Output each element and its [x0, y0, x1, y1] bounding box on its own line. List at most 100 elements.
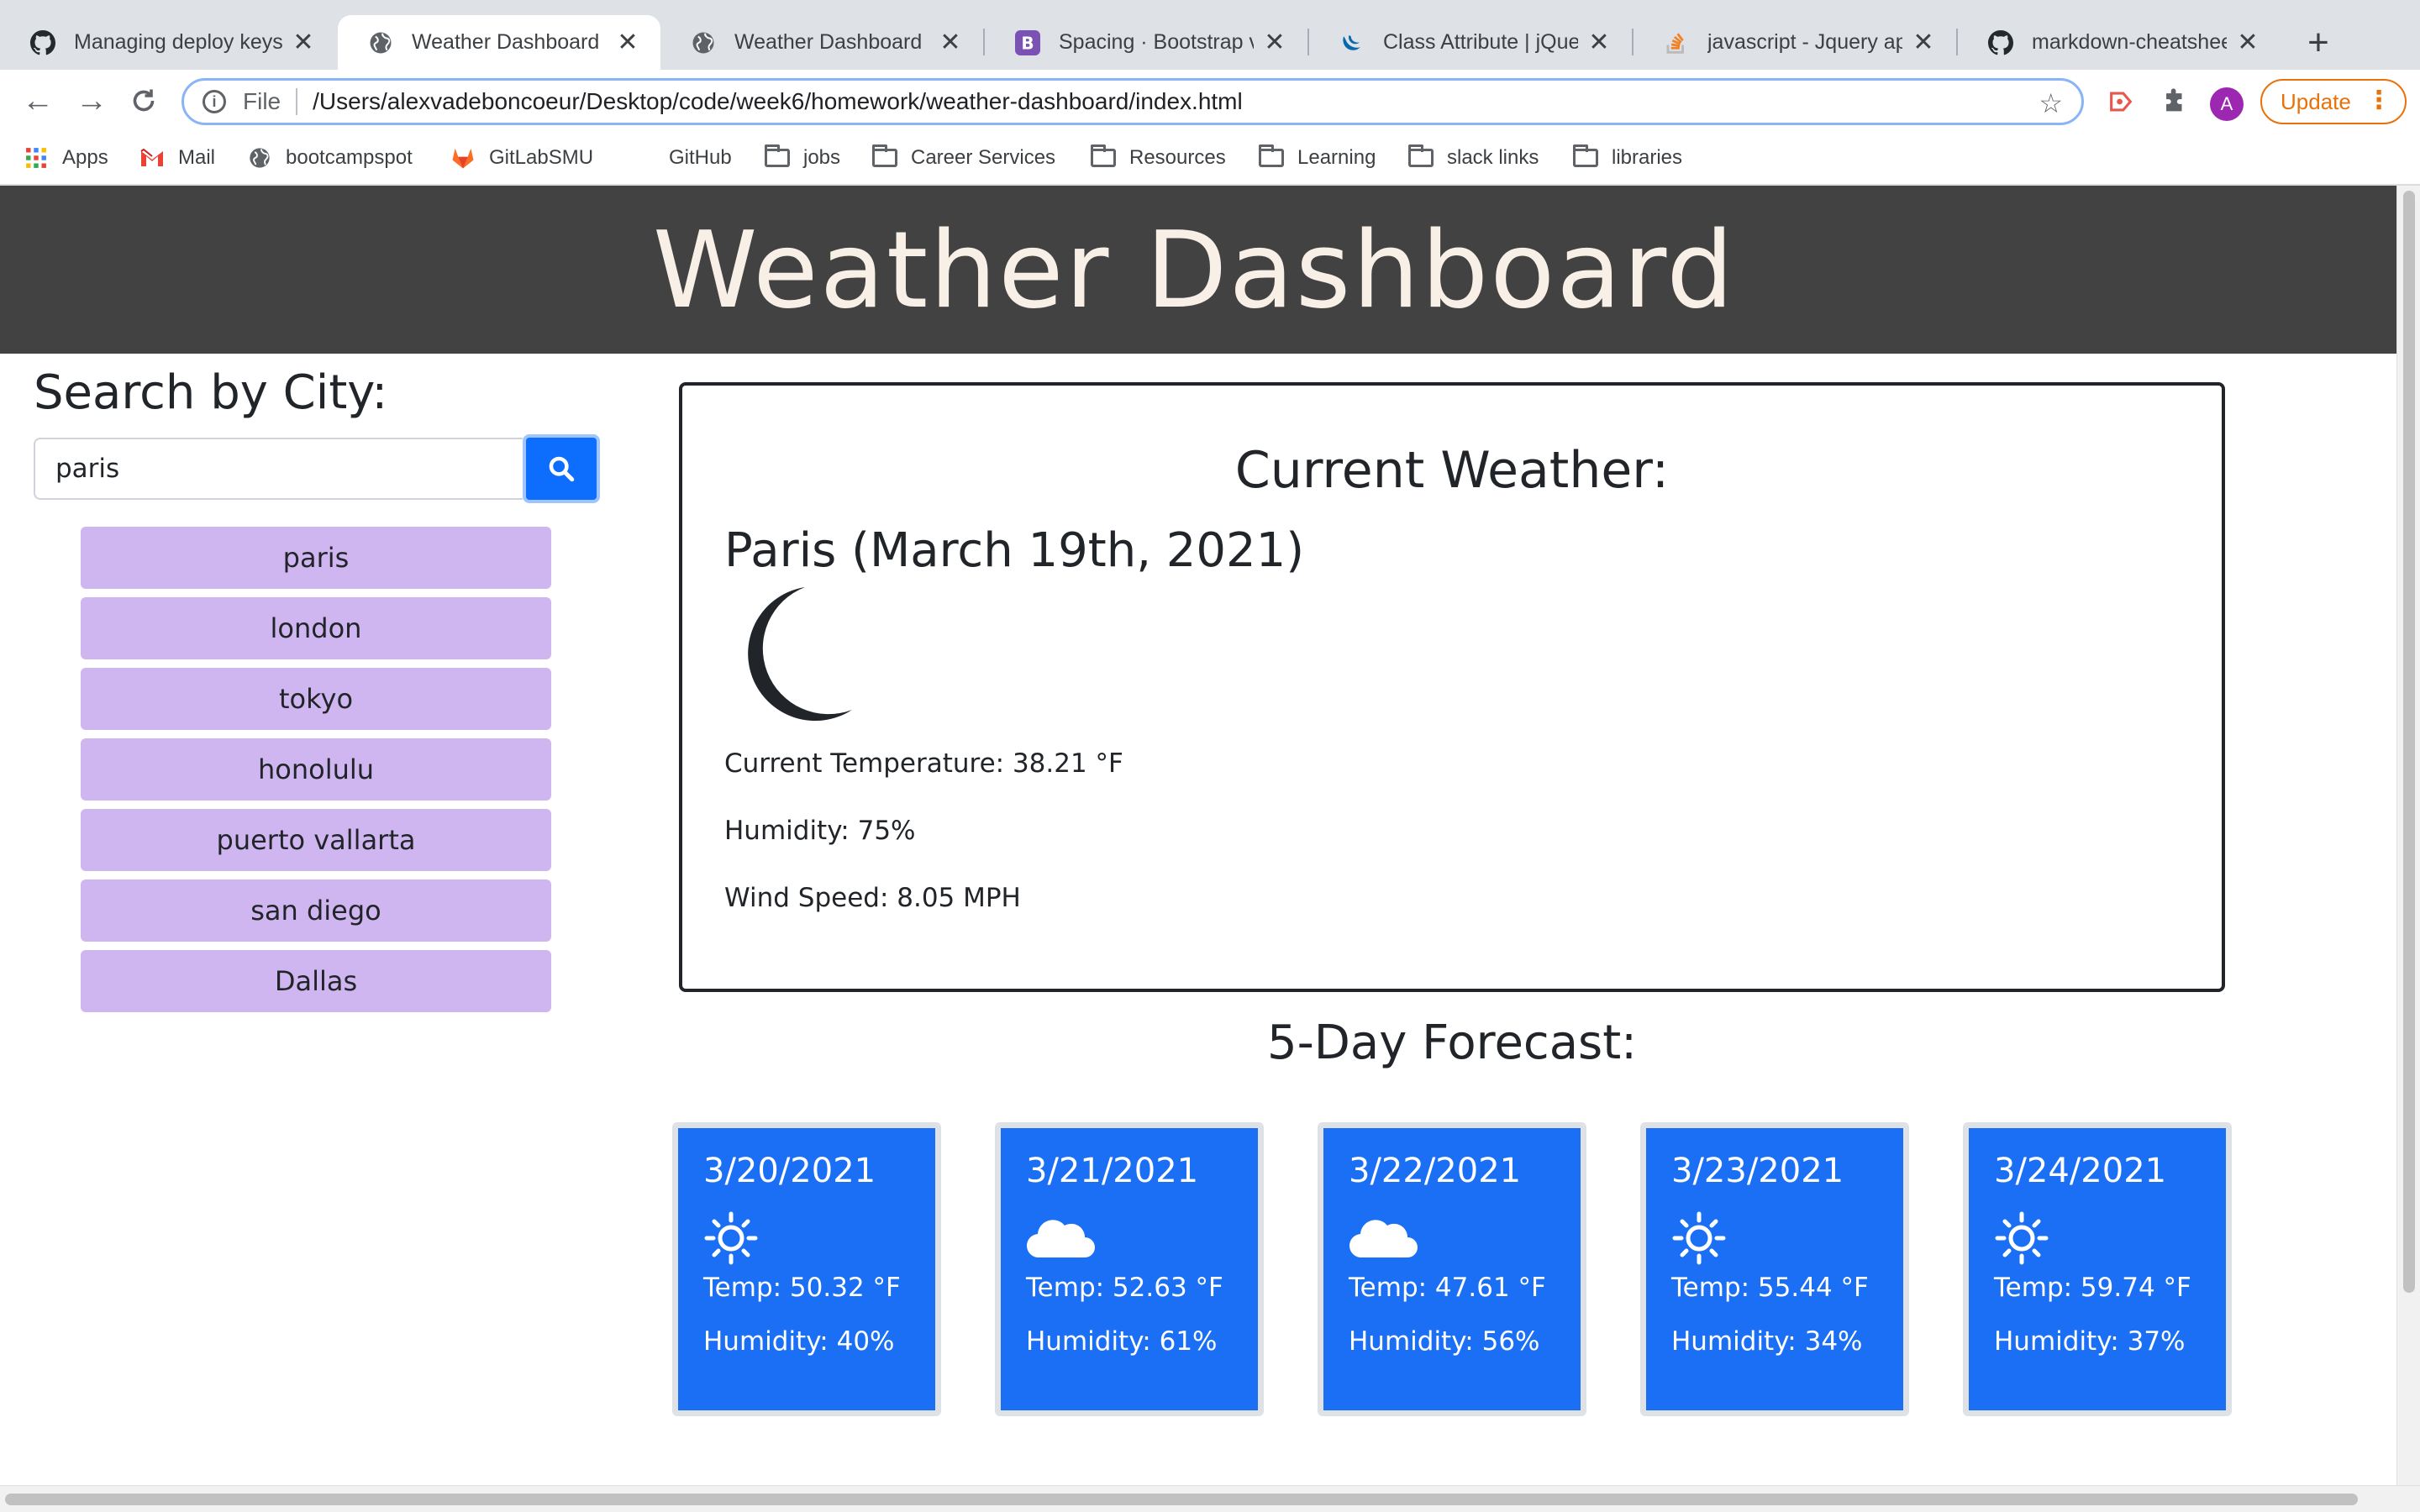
- forecast-heading: 5-Day Forecast:: [1266, 1016, 1638, 1070]
- tab-title: javascript - Jquery app: [1707, 30, 1902, 54]
- forecast-card: 3/21/2021 Temp: 52.63 °F Humidity: 61%: [995, 1122, 1264, 1416]
- tab-jquery-class-attribute[interactable]: Class Attribute | jQuery ✕: [1309, 15, 1632, 70]
- bookmark-folder-jobs[interactable]: jobs: [765, 141, 840, 175]
- bookmark-folder-libraries[interactable]: libraries: [1573, 141, 1682, 175]
- url-text[interactable]: /Users/alexvadeboncoeur/Desktop/code/wee…: [313, 88, 1243, 115]
- vertical-scroll-thumb[interactable]: [2403, 191, 2415, 1293]
- bookmark-folder-learning[interactable]: Learning: [1259, 141, 1376, 175]
- close-icon[interactable]: ✕: [1911, 28, 1936, 57]
- current-weather-heading: Current Weather:: [1234, 441, 1670, 500]
- bookmark-label: jobs: [803, 146, 841, 169]
- close-icon[interactable]: ✕: [291, 28, 316, 57]
- close-icon[interactable]: ✕: [2235, 28, 2260, 57]
- globe-icon: [247, 146, 272, 170]
- bookmark-bootcampspot[interactable]: bootcampspot: [247, 141, 413, 175]
- bookmark-mail[interactable]: Mail: [139, 141, 215, 175]
- close-icon[interactable]: ✕: [615, 28, 640, 57]
- forecast-humidity: Humidity: 34%: [1671, 1326, 1863, 1357]
- bookmark-label: Learning: [1297, 146, 1376, 169]
- search-history-list: paris london tokyo honolulu puerto valla…: [81, 527, 551, 1021]
- bookmark-label: slack links: [1447, 146, 1539, 169]
- bookmarks-bar: Apps Mail bootcampspot GitLabSMU GitHub …: [0, 133, 2420, 186]
- current-city-date: Paris (March 19th, 2021): [724, 523, 1305, 578]
- forecast-date: 3/20/2021: [703, 1152, 876, 1190]
- bookmark-folder-career-services[interactable]: Career Services: [872, 141, 1055, 175]
- bootstrap-icon: B: [1015, 29, 1040, 55]
- forecast-card: 3/20/2021 Temp: 50.32 °F Humidity: 40%: [672, 1122, 941, 1416]
- forecast-temp: Temp: 50.32 °F: [703, 1273, 901, 1303]
- github-icon: [1988, 29, 2013, 55]
- history-city-button[interactable]: Dallas: [81, 950, 551, 1012]
- tab-title: Managing deploy keys: [74, 30, 282, 54]
- menu-dots-icon: ⋮: [2366, 87, 2391, 114]
- forecast-date: 3/21/2021: [1026, 1152, 1199, 1190]
- folder-icon: [765, 144, 790, 170]
- tab-title: Class Attribute | jQuery: [1383, 30, 1578, 54]
- forecast-temp: Temp: 55.44 °F: [1671, 1273, 1869, 1303]
- current-weather-panel: Current Weather: Paris (March 19th, 2021…: [679, 382, 2225, 992]
- tab-title: Weather Dashboard: [734, 30, 923, 54]
- tab-weather-dashboard-active[interactable]: Weather Dashboard ✕: [338, 15, 660, 70]
- horizontal-scrollbar[interactable]: [0, 1485, 2420, 1512]
- bookmark-github[interactable]: GitHub: [669, 141, 732, 175]
- folder-icon: [1408, 144, 1434, 170]
- bookmark-folder-resources[interactable]: Resources: [1091, 141, 1226, 175]
- back-arrow-icon[interactable]: ←: [17, 80, 59, 122]
- current-humidity: Humidity: 75%: [724, 816, 916, 846]
- tab-managing-deploy-keys[interactable]: Managing deploy keys ✕: [0, 15, 336, 70]
- bookmark-label: Mail: [178, 146, 216, 169]
- history-city-button[interactable]: puerto vallarta: [81, 809, 551, 871]
- jquery-icon: [1339, 30, 1365, 55]
- history-city-button[interactable]: tokyo: [81, 668, 551, 730]
- forecast-date: 3/22/2021: [1349, 1152, 1522, 1190]
- cloud-icon: [1026, 1220, 1095, 1258]
- page-header: Weather Dashboard: [0, 186, 2396, 354]
- search-title: Search by City:: [34, 365, 388, 420]
- tab-title: Weather Dashboard: [412, 30, 600, 54]
- folder-icon: [1573, 144, 1598, 170]
- bookmark-label: Career Services: [911, 146, 1056, 169]
- bookmark-star-icon[interactable]: ☆: [2039, 87, 2063, 119]
- forward-arrow-icon[interactable]: →: [71, 80, 113, 122]
- horizontal-scroll-thumb[interactable]: [5, 1494, 2358, 1505]
- globe-icon: [691, 30, 716, 55]
- forecast-temp: Temp: 47.61 °F: [1349, 1273, 1546, 1303]
- folder-icon: [1259, 144, 1284, 170]
- update-button[interactable]: Update ⋮: [2260, 79, 2407, 124]
- bookmark-gitlabsmu[interactable]: GitLabSMU: [450, 141, 593, 175]
- history-city-button[interactable]: honolulu: [81, 738, 551, 801]
- tab-markdown-cheatsheet[interactable]: markdown-cheatsheet ✕: [1958, 15, 2281, 70]
- history-city-button[interactable]: london: [81, 597, 551, 659]
- vertical-scrollbar[interactable]: [2396, 186, 2420, 1485]
- forecast-card: 3/22/2021 Temp: 47.61 °F Humidity: 56%: [1318, 1122, 1586, 1416]
- forecast-date: 3/24/2021: [1994, 1152, 2167, 1190]
- search-button[interactable]: [523, 434, 600, 503]
- history-city-button[interactable]: san diego: [81, 879, 551, 942]
- forecast-temp: Temp: 52.63 °F: [1026, 1273, 1223, 1303]
- page-title: Weather Dashboard: [652, 207, 1736, 332]
- tab-bootstrap-spacing[interactable]: B Spacing · Bootstrap v5 ✕: [985, 15, 1307, 70]
- url-scheme-label: File: [243, 88, 281, 114]
- search-icon: [549, 456, 575, 482]
- close-icon[interactable]: ✕: [1262, 28, 1287, 57]
- close-icon[interactable]: ✕: [938, 28, 963, 57]
- forecast-humidity: Humidity: 56%: [1349, 1326, 1540, 1357]
- bookmark-folder-slack-links[interactable]: slack links: [1408, 141, 1539, 175]
- extensions-puzzle-icon[interactable]: [2154, 81, 2195, 122]
- globe-icon: [368, 30, 393, 55]
- city-search-input[interactable]: [34, 438, 523, 500]
- info-icon[interactable]: i: [203, 90, 226, 113]
- forecast-date: 3/23/2021: [1671, 1152, 1844, 1190]
- profile-avatar[interactable]: A: [2210, 87, 2244, 121]
- tab-stackoverflow-jquery[interactable]: javascript - Jquery app ✕: [1634, 15, 1956, 70]
- bookmark-label: bootcampspot: [286, 146, 413, 169]
- tab-weather-dashboard[interactable]: Weather Dashboard ✕: [660, 15, 983, 70]
- address-bar[interactable]: i File /Users/alexvadeboncoeur/Desktop/c…: [182, 78, 2084, 125]
- history-city-button[interactable]: paris: [81, 527, 551, 589]
- bookmark-apps[interactable]: Apps: [24, 141, 108, 175]
- address-divider: [296, 88, 298, 115]
- cast-extension-icon[interactable]: [2101, 81, 2141, 122]
- reload-icon[interactable]: [123, 80, 165, 122]
- new-tab-button[interactable]: +: [2297, 22, 2339, 64]
- close-icon[interactable]: ✕: [1586, 28, 1612, 57]
